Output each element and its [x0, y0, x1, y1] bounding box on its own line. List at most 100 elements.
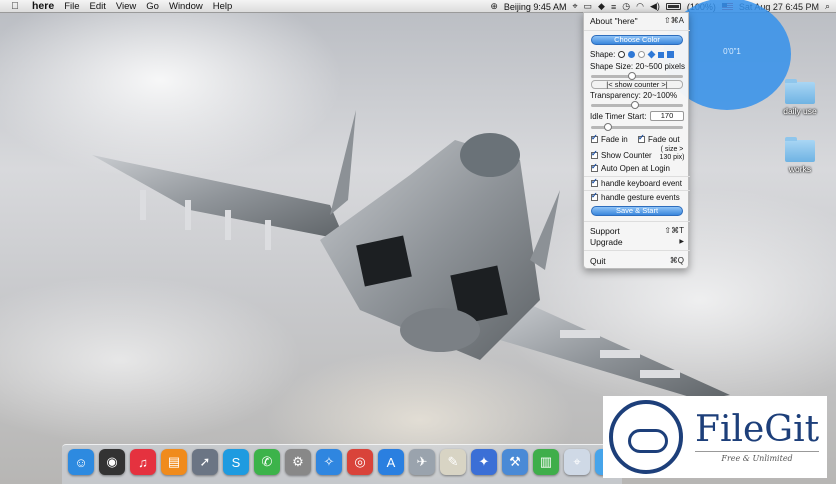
- menu-help[interactable]: Help: [213, 1, 233, 12]
- music-icon[interactable]: ♫: [130, 449, 156, 475]
- folder-label: works: [788, 164, 812, 174]
- folder-icon: [785, 137, 815, 162]
- shape-label: Shape:: [590, 50, 616, 59]
- folder-works[interactable]: works: [770, 137, 830, 174]
- notes-icon[interactable]: ✎: [440, 449, 466, 475]
- diamond-icon[interactable]: ◆: [598, 1, 605, 12]
- fade-out-label: Fade out: [648, 135, 680, 144]
- chrome-icon[interactable]: ◎: [347, 449, 373, 475]
- menu-icon[interactable]: ≡: [611, 2, 616, 12]
- support-label: Support: [590, 225, 620, 236]
- square-icon[interactable]: [667, 51, 675, 58]
- spotlight-icon[interactable]: ⌕: [825, 1, 830, 12]
- wifi-icon[interactable]: ◠: [636, 1, 644, 12]
- submenu-arrow-icon: ▶: [679, 239, 684, 245]
- launchpad-icon[interactable]: ➚: [192, 449, 218, 475]
- folder-daily-use[interactable]: daily use: [770, 79, 830, 116]
- menu-go[interactable]: Go: [146, 1, 159, 12]
- numbers-icon[interactable]: ▥: [533, 449, 559, 475]
- about-label: About "here": [590, 15, 638, 26]
- show-counter-checkbox[interactable]: Show Counter: [591, 149, 652, 160]
- shape-size-slider[interactable]: [591, 72, 683, 80]
- quit-label: Quit: [590, 255, 606, 266]
- checkbox-checked-icon: [591, 149, 598, 159]
- app-store-icon[interactable]: A: [378, 449, 404, 475]
- menu-separator: [584, 30, 690, 31]
- about-shortcut: ⇧⌘A: [663, 16, 684, 25]
- shape-options: [618, 50, 675, 59]
- facetime-icon[interactable]: ✆: [254, 449, 280, 475]
- here-app-icon[interactable]: ⌖: [564, 449, 590, 475]
- checkbox-checked-icon: [591, 177, 598, 187]
- shape-row: Shape:: [584, 49, 690, 60]
- battery-icon[interactable]: [665, 3, 681, 10]
- checkbox-checked-icon: [591, 162, 598, 172]
- menu-app-name[interactable]: here: [32, 0, 54, 12]
- menu-view[interactable]: View: [116, 1, 136, 12]
- gesture-event-checkbox[interactable]: handle gesture events: [591, 191, 680, 202]
- keyboard-event-checkbox[interactable]: handle keyboard event: [591, 177, 682, 188]
- size-note: ( size > 130 pix): [659, 146, 685, 161]
- skype-icon[interactable]: S: [223, 449, 249, 475]
- circle-filled-icon[interactable]: [628, 51, 636, 58]
- airplane-icon[interactable]: ✈: [409, 449, 435, 475]
- shape-size-slider-knob[interactable]: [627, 72, 636, 80]
- finder-icon[interactable]: ☺: [68, 449, 94, 475]
- idle-timer-slider[interactable]: [591, 123, 683, 131]
- books-icon[interactable]: ▤: [161, 449, 187, 475]
- fade-in-checkbox[interactable]: Fade in: [591, 133, 628, 144]
- checkbox-checked-icon: [591, 133, 598, 143]
- shape-radio-icon[interactable]: [618, 51, 626, 58]
- apple-icon[interactable]: : [8, 1, 22, 12]
- checkbox-checked-icon: [638, 133, 645, 143]
- auto-open-checkbox[interactable]: Auto Open at Login: [591, 162, 670, 173]
- globe-icon[interactable]: ⊕: [490, 1, 498, 12]
- menu-item-quit[interactable]: Quit ⌘Q: [584, 255, 690, 266]
- save-start-button[interactable]: Save & Start: [591, 206, 683, 216]
- design-icon[interactable]: ✦: [471, 449, 497, 475]
- menu-window[interactable]: Window: [169, 1, 203, 12]
- volume-icon[interactable]: ◀): [650, 1, 660, 12]
- filegit-logo-icon: [609, 400, 683, 474]
- support-shortcut: ⇧⌘T: [664, 226, 684, 235]
- dashboard-icon[interactable]: ◉: [99, 449, 125, 475]
- transparency-label: Transparency: 20~100%: [590, 91, 678, 100]
- fade-in-label: Fade in: [601, 135, 628, 144]
- diamond-shape-icon[interactable]: [647, 50, 656, 59]
- xcode-icon[interactable]: ⚒: [502, 449, 528, 475]
- menu-separator: [584, 250, 690, 251]
- world-clock[interactable]: Beijing 9:45 AM: [504, 2, 567, 12]
- filegit-watermark: FileGit Free & Unlimited: [603, 396, 827, 478]
- menu-separator: [584, 190, 690, 191]
- folder-icon: [785, 79, 815, 104]
- watermark-subtitle: Free & Unlimited: [695, 451, 820, 463]
- here-status-icon[interactable]: ⌖: [572, 1, 577, 12]
- here-app-menu: About "here" ⇧⌘A Choose Color Shape: Sha…: [583, 12, 690, 269]
- transparency-slider-knob[interactable]: [631, 101, 640, 109]
- shape-size-label: Shape Size: 20~500 pixels: [590, 62, 685, 71]
- clock-icon[interactable]: ◷: [622, 1, 630, 12]
- display-icon[interactable]: ▭: [584, 1, 593, 12]
- menu-item-upgrade[interactable]: Upgrade ▶: [584, 236, 690, 247]
- menu-item-support[interactable]: Support ⇧⌘T: [584, 225, 690, 236]
- show-counter-toggle[interactable]: |< show counter >|: [591, 80, 683, 89]
- watermark-text: FileGit Free & Unlimited: [695, 409, 820, 463]
- keyboard-event-label: handle keyboard event: [601, 179, 682, 188]
- dock-icons: ☺◉♫▤➚S✆⚙✧◎A✈✎✦⚒▥⌖✉: [68, 449, 621, 475]
- menu-separator: [584, 176, 690, 177]
- menu-item-about[interactable]: About "here" ⇧⌘A: [584, 15, 690, 26]
- square-small-icon[interactable]: [658, 51, 665, 58]
- menu-edit[interactable]: Edit: [90, 1, 106, 12]
- checkbox-checked-icon: [591, 191, 598, 201]
- watermark-title: FileGit: [695, 409, 820, 450]
- choose-color-button[interactable]: Choose Color: [591, 35, 683, 45]
- folder-label: daily use: [783, 106, 817, 116]
- safari-icon[interactable]: ✧: [316, 449, 342, 475]
- idle-timer-input[interactable]: 170: [650, 111, 684, 121]
- idle-timer-slider-knob[interactable]: [603, 123, 612, 131]
- transparency-slider[interactable]: [591, 101, 683, 109]
- circle-empty-icon[interactable]: [638, 51, 646, 58]
- fade-out-checkbox[interactable]: Fade out: [638, 133, 680, 144]
- menu-file[interactable]: File: [64, 1, 79, 12]
- system-preferences-icon[interactable]: ⚙: [285, 449, 311, 475]
